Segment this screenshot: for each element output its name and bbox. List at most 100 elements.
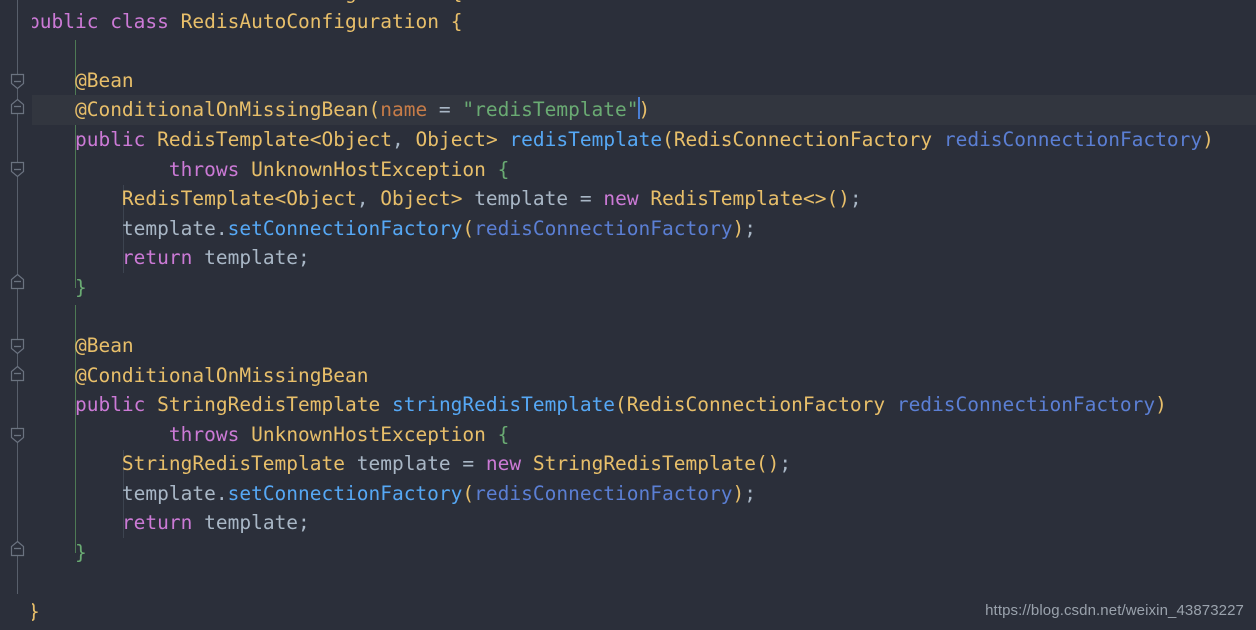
token-op: [521, 452, 533, 475]
token-p1: (: [462, 482, 475, 505]
code-line-blank-1[interactable]: [0, 37, 1256, 67]
code-line-blank-3[interactable]: [0, 567, 1256, 597]
token-p1: {: [451, 0, 463, 4]
token-p2: {: [497, 423, 510, 446]
token-var: template: [121, 482, 216, 505]
code-line-throws-2[interactable]: throws UnknownHostException {: [0, 420, 1256, 450]
token-p1: ): [638, 98, 651, 121]
token-type: StringRedisTemplate: [532, 452, 756, 475]
fold-collapse-down-4-icon[interactable]: [9, 427, 26, 444]
code-line-bean-2[interactable]: @Bean: [0, 331, 1256, 361]
token-p2: }: [74, 541, 87, 564]
token-p1: (: [462, 217, 475, 240]
token-kw: new: [485, 452, 522, 475]
token-p1: ): [732, 482, 745, 505]
token-type: StringRedisTemplate: [121, 452, 345, 475]
code-line-redistemplate-signature[interactable]: public RedisTemplate<Object, Object> red…: [0, 125, 1256, 155]
token-op: =: [427, 98, 463, 121]
code-line-new-stringredistemplate[interactable]: StringRedisTemplate template = new Strin…: [0, 449, 1256, 479]
token-type: UnknownHostException: [251, 423, 486, 446]
token-mth: setConnectionFactory: [227, 217, 463, 240]
token-kw: class: [110, 0, 169, 4]
token-op: [28, 276, 75, 299]
token-ann: @ConditionalOnMissingBean: [74, 98, 369, 121]
token-op: [239, 423, 251, 446]
token-p1: (: [368, 98, 381, 121]
code-line-bean-1[interactable]: @Bean: [0, 66, 1256, 96]
code-line-conditional-2[interactable]: @ConditionalOnMissingBean: [0, 361, 1256, 391]
token-type: RedisTemplate: [121, 187, 275, 210]
code-line-setconnectionfactory-2[interactable]: template.setConnectionFactory(redisConne…: [0, 479, 1256, 509]
code-line-return-2[interactable]: return template;: [0, 508, 1256, 538]
code-line-setconnectionfactory-1[interactable]: template.setConnectionFactory(redisConne…: [0, 214, 1256, 244]
token-p1: (: [662, 128, 674, 151]
code-line-blank-2[interactable]: [0, 302, 1256, 332]
code-editor[interactable]: public class RedisAutoConfiguration {pub…: [0, 0, 1256, 630]
token-op: [28, 217, 122, 240]
token-punc: ;: [779, 452, 792, 475]
token-p2: {: [497, 158, 510, 181]
token-op: [932, 128, 944, 151]
token-type: UnknownHostException: [251, 158, 486, 181]
token-op: =: [450, 452, 486, 475]
token-type: RedisTemplate: [650, 187, 803, 210]
fold-collapse-down-3-icon[interactable]: [9, 338, 26, 355]
token-op: [380, 393, 392, 416]
editor-gutter[interactable]: [0, 0, 32, 630]
token-op: [28, 541, 75, 564]
token-ann: @Bean: [74, 69, 134, 92]
token-op: [28, 158, 169, 181]
code-line-text: @ConditionalOnMissingBean(name = "redisT…: [0, 95, 650, 125]
token-type: <: [274, 187, 287, 210]
token-kw: class: [110, 10, 169, 33]
code-line-stringredistemplate-signature[interactable]: public StringRedisTemplate stringRedisTe…: [0, 390, 1256, 420]
code-line-close-brace-1[interactable]: }: [0, 273, 1256, 303]
token-p1: ): [1202, 128, 1214, 151]
token-kw: public: [74, 128, 146, 151]
code-line-throws-1[interactable]: throws UnknownHostException {: [0, 155, 1256, 185]
token-p1: (): [755, 452, 780, 475]
token-op: ,: [392, 128, 416, 151]
token-type: Object: [286, 187, 357, 210]
token-op: [239, 158, 251, 181]
token-op: [192, 511, 204, 534]
code-line-text: template.setConnectionFactory(redisConne…: [0, 479, 756, 509]
token-op: [28, 128, 75, 151]
token-kw: return: [121, 246, 193, 269]
token-type: RedisConnectionFactory: [673, 128, 933, 151]
code-line-text: @ConditionalOnMissingBean: [0, 361, 369, 391]
token-op: [169, 0, 181, 4]
code-content[interactable]: public class RedisAutoConfiguration {pub…: [0, 0, 1256, 630]
fold-collapse-up-4-icon[interactable]: [9, 540, 26, 557]
code-line-return-1[interactable]: return template;: [0, 243, 1256, 273]
text-caret: [638, 97, 640, 119]
fold-collapse-up-1-icon[interactable]: [9, 98, 26, 115]
token-var: template: [356, 452, 451, 475]
token-op: [28, 98, 75, 121]
token-op: [498, 128, 510, 151]
fold-collapse-up-2-icon[interactable]: [9, 273, 26, 290]
fold-collapse-down-2-icon[interactable]: [9, 161, 26, 178]
code-line-close-brace-2[interactable]: }: [0, 538, 1256, 568]
token-ann: @ConditionalOnMissingBean: [74, 364, 369, 387]
token-op: [28, 364, 75, 387]
token-type: Object: [380, 187, 451, 210]
code-line-class-decl[interactable]: public class RedisAutoConfiguration {: [0, 7, 1256, 37]
token-p1: {: [450, 10, 463, 33]
token-mth: redisTemplate: [509, 128, 663, 151]
token-op: [439, 10, 451, 33]
token-op: [486, 158, 498, 181]
token-punc: ;: [298, 511, 310, 534]
token-par: redisConnectionFactory: [474, 482, 733, 505]
code-line-new-redistemplate[interactable]: RedisTemplate<Object, Object> template =…: [0, 184, 1256, 214]
fold-collapse-up-3-icon[interactable]: [9, 365, 26, 382]
code-line-text: public class RedisAutoConfiguration {: [0, 7, 462, 37]
code-line-conditional-1[interactable]: @ConditionalOnMissingBean(name = "redisT…: [0, 95, 1256, 125]
fold-collapse-down-1-icon[interactable]: [9, 73, 26, 90]
token-type: RedisConnectionFactory: [626, 393, 886, 416]
token-punc: ;: [744, 217, 756, 240]
token-p2: }: [74, 276, 87, 299]
token-op: [192, 246, 204, 269]
token-op: [28, 246, 122, 269]
token-kw: public: [28, 10, 99, 33]
